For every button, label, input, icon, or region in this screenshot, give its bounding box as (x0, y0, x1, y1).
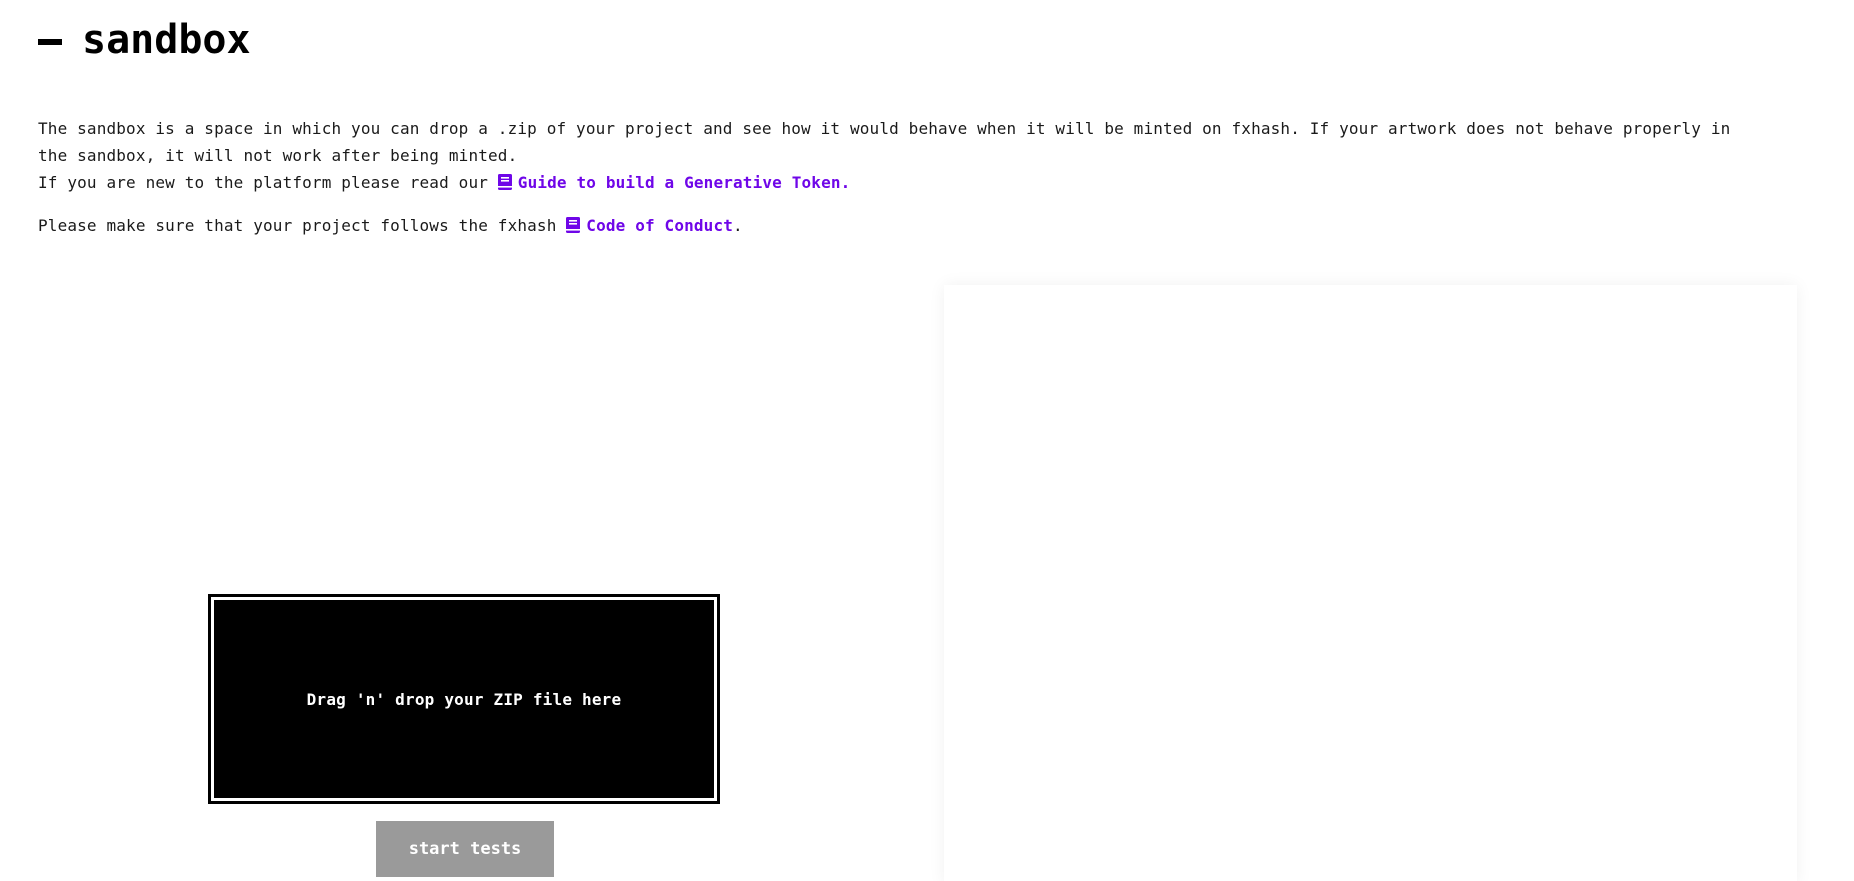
page-title-text: sandbox (82, 17, 251, 63)
sandbox-page: sandbox The sandbox is a space in which … (0, 0, 1854, 881)
guide-link-label: Guide to build a Generative Token. (517, 173, 851, 192)
dropzone-inner: Drag 'n' drop your ZIP file here (214, 600, 714, 798)
intro-text: The sandbox is a space in which you can … (38, 115, 1758, 239)
book-icon (566, 217, 581, 233)
preview-panel (944, 285, 1797, 881)
code-of-conduct-label: Code of Conduct (586, 216, 734, 235)
book-icon (497, 174, 512, 190)
conduct-prefix: Please make sure that your project follo… (38, 216, 567, 235)
guide-prefix: If you are new to the platform please re… (38, 173, 498, 192)
intro-description: The sandbox is a space in which you can … (38, 119, 1731, 165)
guide-link[interactable]: Guide to build a Generative Token. (497, 173, 851, 192)
title-dash-icon (38, 39, 62, 45)
start-tests-button[interactable]: start tests (376, 821, 554, 877)
conduct-paragraph: Please make sure that your project follo… (38, 212, 1758, 239)
code-of-conduct-link[interactable]: Code of Conduct (566, 216, 733, 235)
dropzone-label: Drag 'n' drop your ZIP file here (306, 689, 622, 709)
page-title: sandbox (38, 12, 251, 68)
intro-paragraph: The sandbox is a space in which you can … (38, 115, 1758, 196)
conduct-suffix: . (733, 216, 743, 235)
zip-dropzone[interactable]: Drag 'n' drop your ZIP file here (208, 594, 720, 804)
